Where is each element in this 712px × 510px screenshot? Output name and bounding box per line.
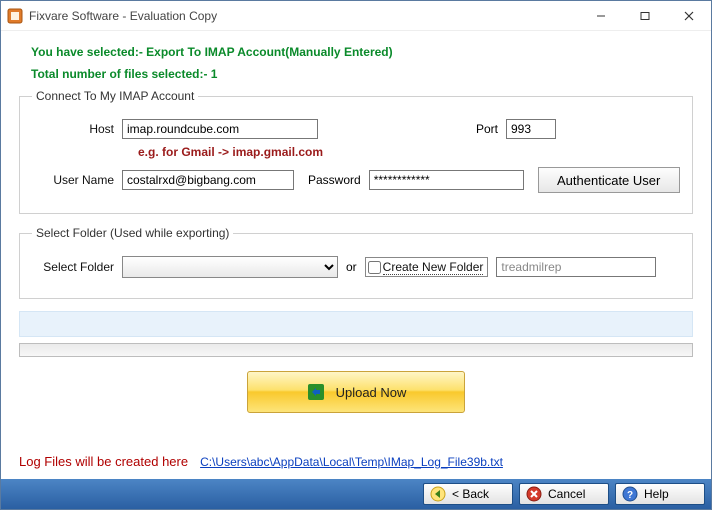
status-bar bbox=[19, 311, 693, 337]
password-label: Password bbox=[308, 173, 361, 187]
upload-button-label: Upload Now bbox=[336, 385, 407, 400]
imap-group: Connect To My IMAP Account Host Port e.g… bbox=[19, 89, 693, 214]
cancel-icon bbox=[526, 486, 542, 502]
help-icon: ? bbox=[622, 486, 638, 502]
folder-group: Select Folder (Used while exporting) Sel… bbox=[19, 226, 693, 299]
password-input[interactable] bbox=[369, 170, 524, 190]
back-button[interactable]: < Back bbox=[423, 483, 513, 505]
host-label: Host bbox=[32, 122, 114, 136]
close-button[interactable] bbox=[667, 1, 711, 30]
window-title: Fixvare Software - Evaluation Copy bbox=[29, 9, 579, 23]
host-input[interactable] bbox=[122, 119, 318, 139]
footer-bar: < Back Cancel ? Help bbox=[1, 479, 711, 509]
username-input[interactable] bbox=[122, 170, 294, 190]
titlebar: Fixvare Software - Evaluation Copy bbox=[1, 1, 711, 31]
minimize-button[interactable] bbox=[579, 1, 623, 30]
cancel-button-label: Cancel bbox=[548, 487, 585, 501]
host-hint: e.g. for Gmail -> imap.gmail.com bbox=[138, 145, 680, 159]
select-folder-dropdown[interactable] bbox=[122, 256, 338, 278]
info-line-1: You have selected:- Export To IMAP Accou… bbox=[31, 45, 693, 59]
authenticate-button[interactable]: Authenticate User bbox=[538, 167, 680, 193]
cancel-button[interactable]: Cancel bbox=[519, 483, 609, 505]
port-label: Port bbox=[458, 122, 498, 136]
app-window: Fixvare Software - Evaluation Copy You h… bbox=[0, 0, 712, 510]
log-file-link[interactable]: C:\Users\abc\AppData\Local\Temp\IMap_Log… bbox=[200, 455, 503, 469]
log-line: Log Files will be created here C:\Users\… bbox=[19, 454, 503, 469]
log-label: Log Files will be created here bbox=[19, 454, 188, 469]
progress-bar bbox=[19, 343, 693, 357]
help-button-label: Help bbox=[644, 487, 669, 501]
create-new-folder-option[interactable]: Create New Folder bbox=[365, 257, 489, 277]
svg-text:?: ? bbox=[627, 490, 633, 501]
back-button-label: < Back bbox=[452, 487, 489, 501]
info-line-2: Total number of files selected:- 1 bbox=[31, 67, 693, 81]
new-folder-name-input[interactable] bbox=[496, 257, 656, 277]
imap-group-legend: Connect To My IMAP Account bbox=[32, 89, 198, 103]
upload-now-button[interactable]: Upload Now bbox=[247, 371, 465, 413]
upload-icon bbox=[306, 382, 326, 402]
maximize-button[interactable] bbox=[623, 1, 667, 30]
select-folder-label: Select Folder bbox=[32, 260, 114, 274]
create-new-folder-checkbox[interactable] bbox=[368, 261, 381, 274]
or-label: or bbox=[346, 260, 357, 274]
create-new-folder-label: Create New Folder bbox=[383, 260, 484, 275]
folder-group-legend: Select Folder (Used while exporting) bbox=[32, 226, 233, 240]
content-area: You have selected:- Export To IMAP Accou… bbox=[1, 31, 711, 479]
port-input[interactable] bbox=[506, 119, 556, 139]
back-icon bbox=[430, 486, 446, 502]
app-icon bbox=[7, 8, 23, 24]
username-label: User Name bbox=[32, 173, 114, 187]
help-button[interactable]: ? Help bbox=[615, 483, 705, 505]
